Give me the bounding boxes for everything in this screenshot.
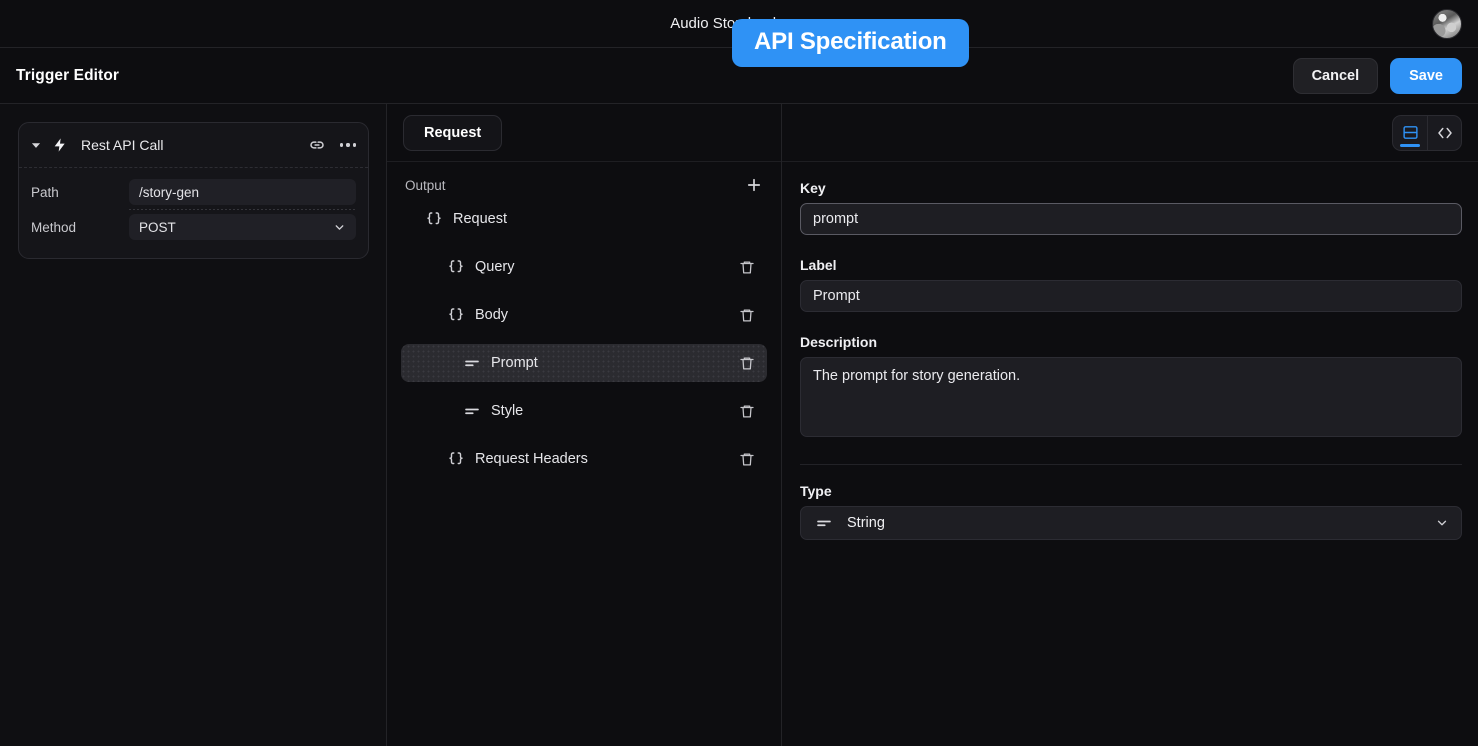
body: Rest API Call P: [0, 104, 1478, 746]
node-title: Rest API Call: [81, 137, 163, 153]
json-object-icon: [425, 210, 443, 228]
project-name: Audio Storybooks: [670, 15, 788, 32]
code-brackets-icon[interactable]: [1427, 116, 1461, 150]
node-header-actions: [308, 136, 356, 154]
label-label: Label: [800, 257, 1462, 273]
type-select[interactable]: String: [800, 506, 1462, 540]
lightning-bolt-icon: [52, 137, 68, 153]
tree-row-label: Request Headers: [475, 451, 588, 467]
json-object-icon: [447, 450, 465, 468]
tab-strip: Request: [387, 104, 781, 162]
tree-row-prompt[interactable]: Prompt: [401, 344, 767, 382]
json-object-icon: [447, 306, 465, 324]
string-type-icon: [463, 402, 481, 420]
ellipsis-icon[interactable]: [340, 143, 356, 146]
string-type-icon: [463, 354, 481, 372]
node-card-rest-api-call[interactable]: Rest API Call P: [18, 122, 369, 259]
form-divider: [800, 464, 1462, 465]
key-label: Key: [800, 180, 1462, 196]
method-value: POST: [139, 220, 176, 235]
node-card-body: Path /story-gen Method POST: [19, 168, 368, 258]
plus-icon[interactable]: [745, 176, 763, 194]
caret-down-icon[interactable]: [29, 138, 43, 152]
tree-row-label: Request: [453, 211, 507, 227]
chevron-down-icon: [797, 18, 808, 29]
type-value: String: [847, 515, 885, 531]
output-tree-panel: Request Output Request: [387, 104, 782, 746]
node-field-divider: [129, 209, 356, 210]
node-field-method-label: Method: [31, 220, 129, 235]
field-group-type: Type String: [800, 483, 1462, 540]
tree-row[interactable]: Request Headers: [437, 440, 767, 478]
description-label: Description: [800, 334, 1462, 350]
header-bar: Trigger Editor Cancel Save: [0, 48, 1478, 104]
trash-icon[interactable]: [739, 451, 755, 468]
description-textarea[interactable]: The prompt for story generation.: [800, 357, 1462, 437]
type-label: Type: [800, 483, 1462, 499]
link-icon[interactable]: [308, 136, 326, 154]
tree-row[interactable]: Request: [415, 200, 767, 238]
node-card-header: Rest API Call: [19, 123, 368, 168]
trash-icon[interactable]: [739, 307, 755, 324]
tree-row-label: Body: [475, 307, 508, 323]
label-input[interactable]: [800, 280, 1462, 312]
flow-canvas: Rest API Call P: [0, 104, 387, 746]
chevron-down-icon: [1435, 516, 1449, 530]
tree-row-label: Query: [475, 259, 515, 275]
tree-row-label: Style: [491, 403, 523, 419]
output-section-header: Output: [387, 162, 781, 200]
tree-row[interactable]: Style: [401, 392, 767, 430]
node-field-path-label: Path: [31, 185, 129, 200]
tree-row[interactable]: Query: [437, 248, 767, 286]
node-field-path: Path /story-gen: [31, 177, 356, 207]
tree-row[interactable]: Body: [437, 296, 767, 334]
avatar[interactable]: [1432, 9, 1462, 39]
property-form-panel: Key Label Description The prompt for sto…: [782, 104, 1478, 746]
path-value: /story-gen: [139, 185, 199, 200]
form-fields: Key Label Description The prompt for sto…: [782, 162, 1478, 562]
save-button[interactable]: Save: [1390, 58, 1462, 94]
output-tree-list: Request Query: [387, 200, 781, 488]
trash-icon[interactable]: [739, 403, 755, 420]
trash-icon[interactable]: [739, 259, 755, 276]
header-actions: Cancel Save: [1293, 58, 1462, 94]
field-group-label: Label: [800, 257, 1462, 312]
trash-icon[interactable]: [739, 355, 755, 372]
chevron-down-icon: [333, 221, 346, 234]
node-field-method: Method POST: [31, 212, 356, 242]
field-group-description: Description The prompt for story generat…: [800, 334, 1462, 442]
top-bar: Audio Storybooks: [0, 0, 1478, 48]
method-select[interactable]: POST: [129, 214, 356, 240]
cancel-button[interactable]: Cancel: [1293, 58, 1379, 94]
field-group-key: Key: [800, 180, 1462, 235]
app-root: Audio Storybooks Trigger Editor Cancel S…: [0, 0, 1478, 746]
project-switcher[interactable]: Audio Storybooks: [664, 12, 814, 35]
string-type-icon: [815, 514, 833, 532]
tree-row-label: Prompt: [491, 355, 538, 371]
form-toolbar: [782, 104, 1478, 162]
split-layout-icon[interactable]: [1393, 116, 1427, 150]
json-object-icon: [447, 258, 465, 276]
output-label: Output: [405, 178, 446, 193]
path-input[interactable]: /story-gen: [129, 179, 356, 205]
key-input[interactable]: [800, 203, 1462, 235]
page-title: Trigger Editor: [16, 67, 119, 85]
tab-request[interactable]: Request: [403, 115, 502, 151]
view-mode-toggle: [1392, 115, 1462, 151]
